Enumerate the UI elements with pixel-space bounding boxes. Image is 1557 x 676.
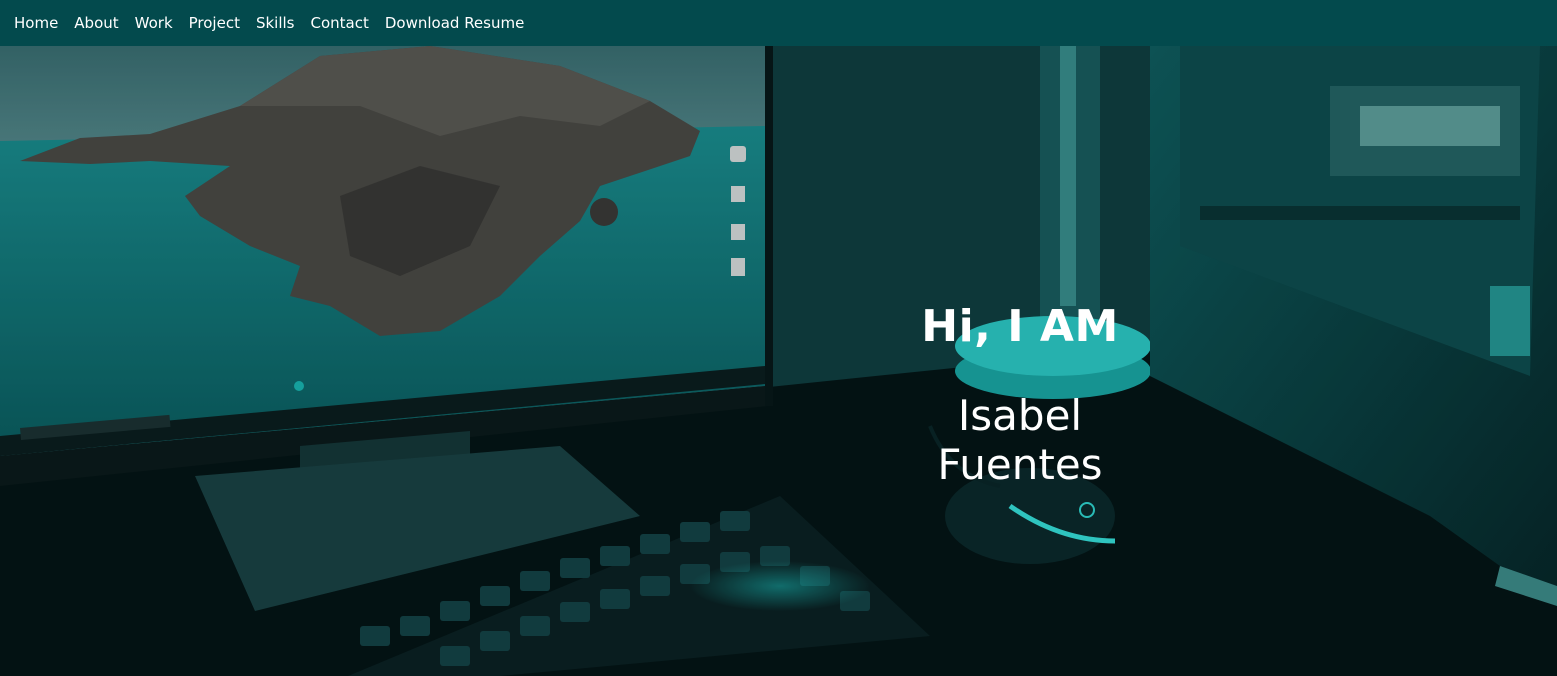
hero-section: Hi, I AM Isabel Fuentes <box>0 46 1557 676</box>
nav-link-home[interactable]: Home <box>14 14 58 32</box>
nav-link-contact[interactable]: Contact <box>311 14 369 32</box>
nav-link-work[interactable]: Work <box>135 14 173 32</box>
hero-greeting: Hi, I AM <box>921 301 1119 352</box>
nav-link-about[interactable]: About <box>74 14 118 32</box>
navbar: Home About Work Project Skills Contact D… <box>0 0 1557 46</box>
hero-name: Isabel Fuentes <box>937 391 1103 489</box>
hero-background-image <box>0 46 1557 676</box>
nav-link-skills[interactable]: Skills <box>256 14 295 32</box>
nav-link-download-resume[interactable]: Download Resume <box>385 14 524 32</box>
nav-link-project[interactable]: Project <box>189 14 240 32</box>
